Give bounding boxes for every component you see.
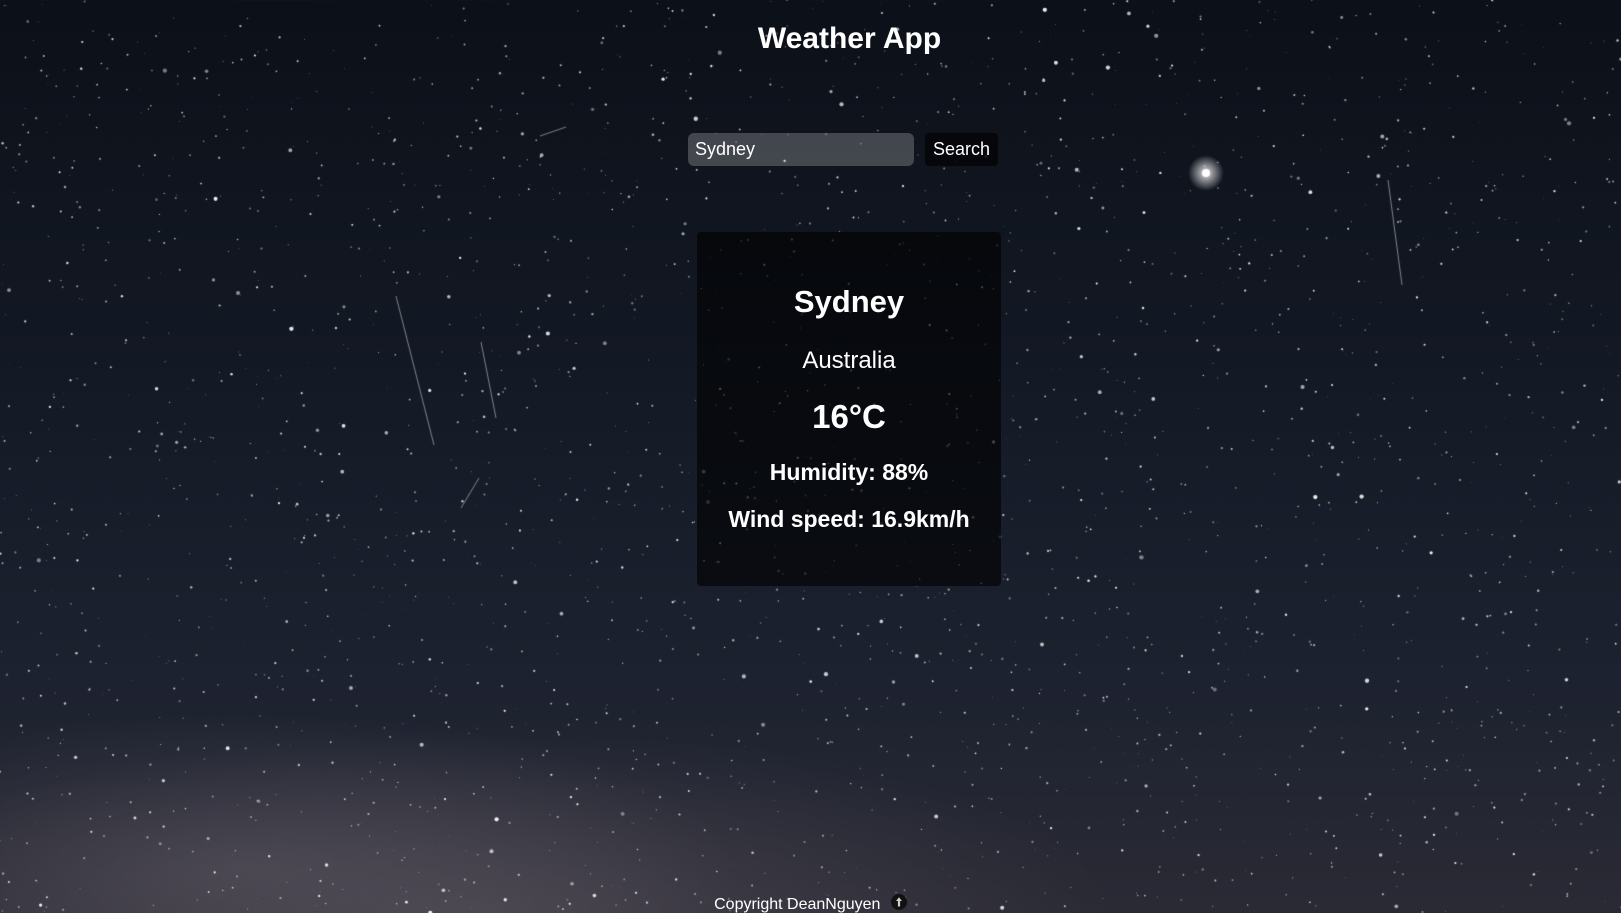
search-bar: Search: [688, 133, 999, 166]
search-button[interactable]: Search: [925, 133, 999, 166]
search-input[interactable]: [688, 133, 914, 166]
city-name: Sydney: [793, 284, 905, 319]
humidity: Humidity: 88%: [769, 459, 929, 485]
app-title: Weather App: [757, 22, 942, 55]
copyright-text: Copyright DeanNguyen: [714, 896, 881, 913]
github-icon[interactable]: [890, 894, 907, 910]
weather-card: Sydney Australia 16°C Humidity: 88% Wind…: [697, 232, 1001, 586]
wind-speed: Wind speed: 16.9km/h: [728, 506, 970, 532]
temperature: 16°C: [812, 398, 886, 435]
footer: Copyright DeanNguyen: [0, 894, 1621, 913]
country-name: Australia: [802, 347, 896, 374]
